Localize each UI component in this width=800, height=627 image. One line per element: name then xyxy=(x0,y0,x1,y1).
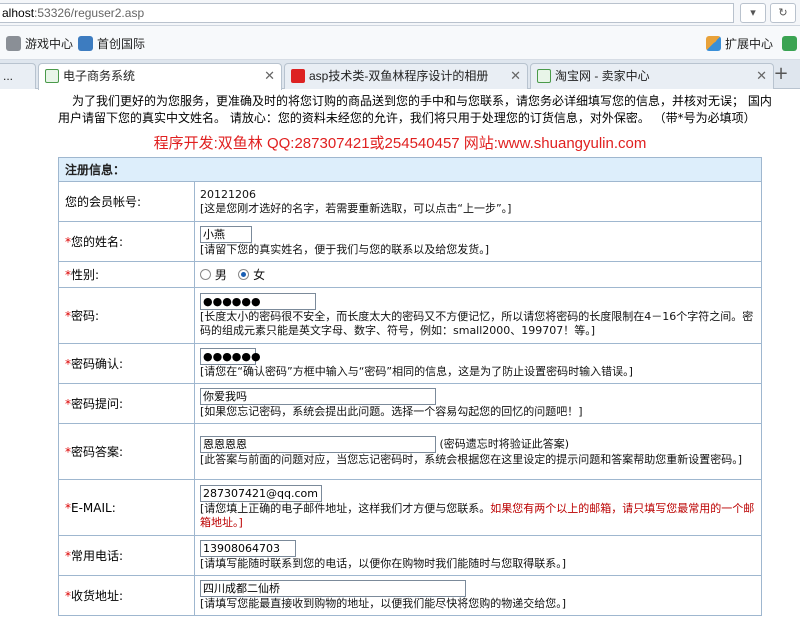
form-header-row: 注册信息： xyxy=(58,157,762,182)
tab-label: 电子商务系统 xyxy=(63,69,136,83)
account-label: 您的会员帐号: xyxy=(58,181,195,222)
developer-credit: 程序开发:双鱼林 QQ:287307421或254540457 网站:www.s… xyxy=(153,135,647,152)
address-label: 收货地址: xyxy=(71,589,124,603)
tab-strip: ... 电子商务系统 ✕ asp技术类-双鱼林程序设计的相册 ✕ 淘宝网 - 卖… xyxy=(0,60,800,90)
answer-side-note: (密码遗忘时将验证此答案) xyxy=(439,437,570,451)
answer-label: 密码答案: xyxy=(71,445,124,459)
password-input[interactable]: ●●●●●● xyxy=(200,293,316,310)
url-host: alhost xyxy=(2,6,35,20)
tab-asp-album[interactable]: asp技术类-双鱼林程序设计的相册 ✕ xyxy=(284,63,528,89)
url-path: :53326/reguser2.asp xyxy=(34,6,145,20)
bookmark-label: 首创国际 xyxy=(97,37,146,51)
row-email: *E-MAIL: 287307421@qq.com [请您填上正确的电子邮件地址… xyxy=(58,479,762,536)
row-password-confirm: *密码确认: ●●●●●● [请您在“确认密码”方框中输入与“密码”相同的信息，… xyxy=(58,343,762,384)
page-content: 为了我们更好的为您服务，更准确及时的将您订购的商品送到您的手中和与您联系，请您务… xyxy=(0,89,800,627)
close-tab-icon[interactable]: ✕ xyxy=(510,64,521,88)
name-label: 您的姓名: xyxy=(71,235,124,249)
gamepad-icon xyxy=(6,36,21,51)
email-input[interactable]: 287307421@qq.com xyxy=(200,485,322,502)
password-label: 密码: xyxy=(71,309,100,323)
question-input[interactable]: 你爱我吗 xyxy=(200,388,436,405)
form-title: 注册信息： xyxy=(58,157,762,182)
gender-label: 性别: xyxy=(71,268,100,282)
name-input[interactable]: 小燕 xyxy=(200,226,252,243)
row-answer: *密码答案: 恩恩恩恩 (密码遗忘时将验证此答案) [此答案与前面的问题对应，当… xyxy=(58,423,762,480)
tab-prev[interactable]: ... xyxy=(0,63,36,89)
row-account: 您的会员帐号: 20121206 [这是您刚才选好的名字，若需要重新选取，可以点… xyxy=(58,181,762,222)
gender-female-radio[interactable] xyxy=(238,268,250,280)
name-hint: [请留下您的真实姓名，便于我们与您的联系以及给您发货。] xyxy=(200,243,490,256)
app-grid-icon[interactable] xyxy=(782,35,800,53)
password-confirm-hint: [请您在“确认密码”方框中输入与“密码”相同的信息，这是为了防止设置密码时输入错… xyxy=(200,365,633,378)
new-tab-icon[interactable]: + xyxy=(770,64,792,86)
tab-taobao[interactable]: 淘宝网 - 卖家中心 ✕ xyxy=(530,63,774,89)
address-bar: alhost:53326/reguser2.asp ▾ ↻ xyxy=(0,0,800,26)
password-confirm-label: 密码确认: xyxy=(71,357,124,371)
close-tab-icon[interactable]: ✕ xyxy=(264,64,275,88)
row-phone: *常用电话: 13908064703 [请填写能随时联系到您的电话，以便你在购物… xyxy=(58,535,762,576)
bookmark-icon xyxy=(78,36,93,51)
password-confirm-input[interactable]: ●●●●●● xyxy=(200,348,261,365)
row-question: *密码提问: 你爱我吗 [如果您忘记密码，系统会提出此问题。选择一个容易勾起您的… xyxy=(58,383,762,424)
row-name: *您的姓名: 小燕 [请留下您的真实姓名，便于我们与您的联系以及给您发货。] xyxy=(58,221,762,262)
bookmark-game-center[interactable]: 游戏中心 xyxy=(6,35,73,53)
gender-male-label: 男 xyxy=(214,267,227,282)
tab-label: ... xyxy=(3,69,14,83)
phone-label: 常用电话: xyxy=(71,549,124,563)
answer-hint: [此答案与前面的问题对应，当您忘记密码时，系统会根据您在这里设定的提示问题和答案… xyxy=(200,453,743,466)
address-hint: [请填写您能最直接收到购物的地址，以便我们能尽快将您购的物递交给您。] xyxy=(200,597,567,610)
phone-hint: [请填写能随时联系到您的电话，以便你在购物时我们能随时与您取得联系。] xyxy=(200,557,567,570)
extension-center-button[interactable]: 扩展中心 xyxy=(706,35,773,53)
address-input[interactable]: 四川成都二仙桥 xyxy=(200,580,466,597)
email-hint: [请您填上正确的电子邮件地址，这样我们才方便与您联系。 xyxy=(200,502,491,515)
bookmark-label: 游戏中心 xyxy=(25,37,74,51)
password-hint: [长度太小的密码很不安全，而长度太大的密码又不方便记忆，所以请您将密码的长度限制… xyxy=(200,310,754,337)
question-label: 密码提问: xyxy=(71,397,124,411)
question-hint: [如果您忘记密码，系统会提出此问题。选择一个容易勾起您的回忆的问题吧！] xyxy=(200,405,583,418)
answer-input[interactable]: 恩恩恩恩 xyxy=(200,436,436,453)
row-address: *收货地址: 四川成都二仙桥 [请填写您能最直接收到购物的地址，以便我们能尽快将… xyxy=(58,575,762,616)
extension-cube-icon xyxy=(706,36,721,51)
tab-ecommerce[interactable]: 电子商务系统 ✕ xyxy=(38,63,282,90)
dropdown-chevron-icon[interactable]: ▾ xyxy=(740,3,766,23)
registration-form: 注册信息： 您的会员帐号: 20121206 [这是您刚才选好的名字，若需要重新… xyxy=(58,157,762,616)
intro-text: 为了我们更好的为您服务，更准确及时的将您订购的商品送到您的手中和与您联系，请您务… xyxy=(58,94,772,125)
gender-female-label: 女 xyxy=(253,267,266,282)
row-password: *密码: ●●●●●● [长度太小的密码很不安全，而长度太大的密码又不方便记忆，… xyxy=(58,287,762,344)
extension-label: 扩展中心 xyxy=(725,37,774,51)
refresh-icon[interactable]: ↻ xyxy=(770,3,796,23)
tab-label: 淘宝网 - 卖家中心 xyxy=(555,69,650,83)
gender-male-radio[interactable] xyxy=(200,268,211,280)
page-favicon-icon xyxy=(537,69,551,83)
account-hint: [这是您刚才选好的名字，若需要重新选取，可以点击“上一步”。] xyxy=(200,201,512,215)
bookmarks-bar: 游戏中心 首创国际 扩展中心 xyxy=(0,26,800,60)
tab-label: asp技术类-双鱼林程序设计的相册 xyxy=(309,69,489,83)
page-favicon-icon xyxy=(45,69,59,83)
sohu-favicon-icon xyxy=(291,69,305,83)
row-gender: *性别: 男 女 xyxy=(58,261,762,288)
bookmark-shouchuang[interactable]: 首创国际 xyxy=(78,35,145,53)
phone-input[interactable]: 13908064703 xyxy=(200,540,296,557)
email-label: E-MAIL: xyxy=(71,500,116,515)
close-tab-icon[interactable]: ✕ xyxy=(756,64,767,88)
url-field[interactable]: alhost:53326/reguser2.asp xyxy=(0,3,734,23)
account-value: 20121206 xyxy=(200,187,256,201)
